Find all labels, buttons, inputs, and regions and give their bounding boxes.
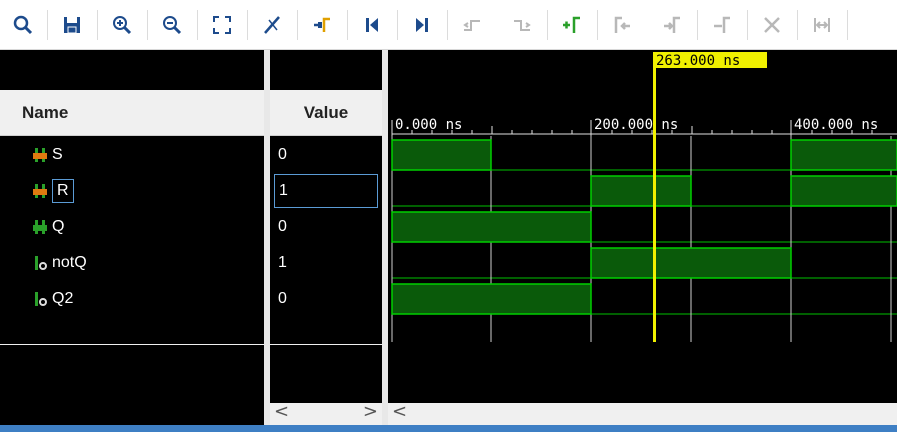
cursor-time-label: 263.000 ns (656, 53, 740, 69)
zoom-fit-icon[interactable] (8, 8, 38, 42)
output-port-icon (35, 292, 47, 306)
scroll-right-icon[interactable]: > (363, 401, 378, 422)
value-hscroll[interactable]: < > (270, 401, 382, 425)
cursor-snap-icon[interactable] (257, 8, 287, 42)
snap-marker-icon[interactable] (707, 8, 737, 42)
time-label-200: 200.000 ns (594, 117, 678, 133)
wave-hscroll[interactable]: < (388, 401, 897, 425)
swap-cursors-icon[interactable] (807, 8, 837, 42)
waveform-s-high-1 (391, 139, 492, 171)
status-bar (0, 425, 897, 432)
signal-row-r[interactable]: R (32, 179, 74, 203)
signal-value: 0 (278, 218, 287, 235)
zoom-out-icon[interactable] (157, 8, 187, 42)
toolbar (0, 0, 897, 50)
waveform-s-high-2 (790, 139, 897, 171)
input-bus-icon (33, 148, 47, 162)
signal-row-notq[interactable]: notQ (32, 251, 87, 275)
waveform-r-high-2 (790, 175, 897, 207)
signal-name: Q2 (52, 290, 74, 307)
value-pane: Value 0 1 0 1 0 (270, 50, 382, 426)
full-view-icon[interactable] (207, 8, 237, 42)
waveform-r-high-1 (590, 175, 692, 207)
waveform-q-high (391, 211, 592, 243)
save-icon[interactable] (57, 8, 87, 42)
signal-name: R (52, 179, 74, 203)
time-label-0: 0.000 ns (395, 117, 462, 133)
previous-transition-icon[interactable] (457, 8, 487, 42)
signal-name: S (52, 146, 63, 163)
signal-value: 0 (278, 146, 287, 163)
signal-row-s[interactable]: S (32, 143, 63, 167)
signal-name: Q (52, 218, 65, 235)
go-to-end-icon[interactable] (407, 8, 437, 42)
scroll-left-icon[interactable]: < (274, 401, 289, 422)
name-pane: Name S R Q notQ Q2 (0, 50, 264, 426)
output-port-icon (35, 256, 47, 270)
signal-value: 1 (278, 254, 287, 271)
signal-value: 0 (278, 290, 287, 307)
signal-name: notQ (52, 254, 87, 271)
waveform-pane[interactable]: 0.000 ns 200.000 ns 400.000 ns 263.000 n… (388, 50, 897, 403)
previous-marker-icon[interactable] (607, 8, 637, 42)
signal-row-q2[interactable]: Q2 (32, 287, 73, 311)
signal-value-selected[interactable]: 1 (274, 174, 378, 208)
input-bus-icon (33, 184, 47, 198)
waveform-notq-high (590, 247, 792, 279)
next-transition-icon[interactable] (507, 8, 537, 42)
name-column-header[interactable]: Name (0, 90, 264, 136)
next-marker-icon[interactable] (657, 8, 687, 42)
time-cursor[interactable] (653, 52, 656, 342)
time-label-400: 400.000 ns (794, 117, 878, 133)
value-column-header[interactable]: Value (270, 90, 382, 136)
name-hscroll (0, 403, 264, 425)
scroll-left-icon[interactable]: < (392, 401, 407, 422)
go-to-start-icon[interactable] (357, 8, 387, 42)
output-bus-icon (33, 220, 47, 234)
go-to-cursor-icon[interactable] (307, 8, 337, 42)
zoom-in-icon[interactable] (107, 8, 137, 42)
waveform-canvas[interactable]: 0.000 ns 200.000 ns 400.000 ns 263.000 n… (388, 50, 897, 403)
signal-row-q[interactable]: Q (32, 215, 64, 239)
delete-marker-icon[interactable] (757, 8, 787, 42)
waveform-q2-high (391, 283, 592, 315)
add-marker-icon[interactable] (557, 8, 587, 42)
